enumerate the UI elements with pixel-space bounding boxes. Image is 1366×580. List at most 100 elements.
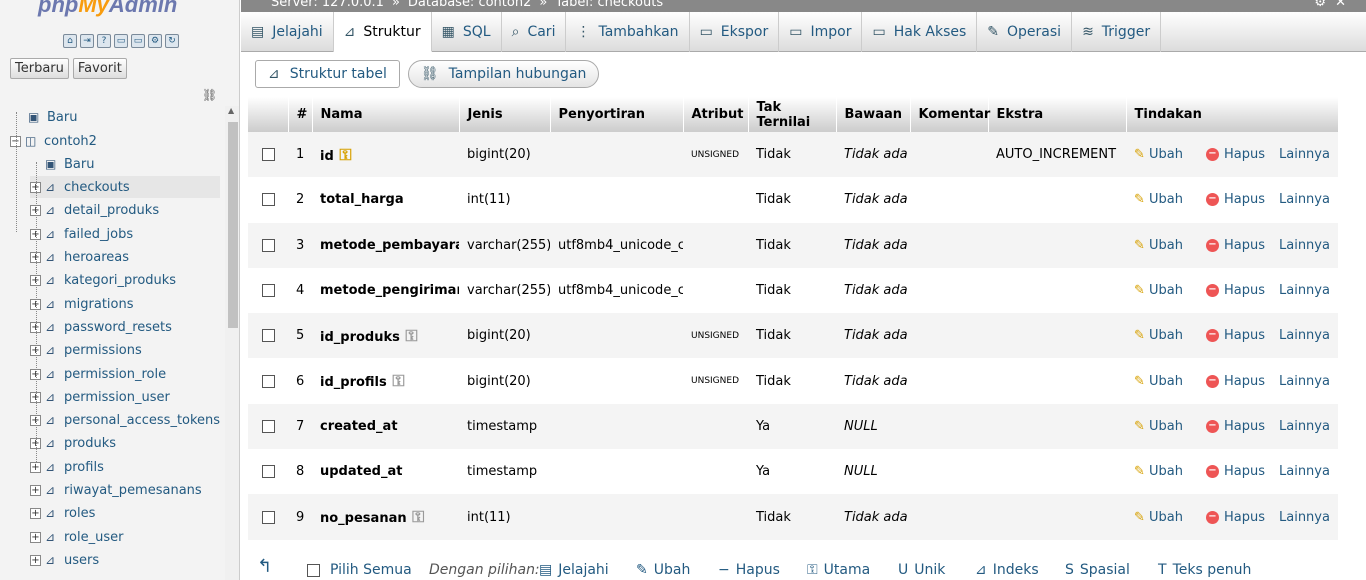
edit-action[interactable]: ✎ Ubah xyxy=(1134,328,1206,343)
row-checkbox[interactable] xyxy=(261,510,275,524)
nav-scrollbar-thumb[interactable] xyxy=(228,122,238,328)
bulk-unik-button[interactable]: U Unik xyxy=(898,562,945,578)
bulk-jelajahi-button[interactable]: ▤ Jelajahi xyxy=(539,562,609,578)
tree-item-role-user[interactable]: + ⊿ role_user xyxy=(30,526,123,548)
tree-item-kategori-produks[interactable]: + ⊿ kategori_produks xyxy=(30,269,176,291)
breadcrumb-database[interactable]: Database: contoh2 xyxy=(408,0,531,10)
tab-cari[interactable]: ⌕ Cari xyxy=(502,12,567,52)
more-actions-dropdown[interactable]: Lainnya xyxy=(1279,147,1330,162)
tree-item-permissions[interactable]: + ⊿ permissions xyxy=(30,339,142,361)
tree-item-baru[interactable]: ▣ Baru xyxy=(28,106,77,128)
recent-button[interactable]: Terbaru xyxy=(10,58,69,79)
tab-trigger[interactable]: ≋ Trigger xyxy=(1072,12,1162,52)
collapse-icon[interactable]: ✕ xyxy=(1335,0,1346,10)
column-name[interactable]: updated_at xyxy=(320,464,402,479)
help-icon[interactable]: ? xyxy=(97,34,111,48)
tab-hak-akses[interactable]: ▭ Hak Akses xyxy=(862,12,978,52)
tab-sql[interactable]: ▦ SQL xyxy=(432,12,502,52)
edit-action[interactable]: ✎ Ubah xyxy=(1134,374,1206,389)
subtab-tampilan-hubungan[interactable]: ⛓ Tampilan hubungan xyxy=(407,60,600,88)
more-actions-dropdown[interactable]: Lainnya xyxy=(1279,374,1330,389)
favorite-button[interactable]: Favorit xyxy=(72,58,127,79)
tree-item-contoh2[interactable]: − ◫ contoh2 xyxy=(10,130,97,152)
tree-item-profils[interactable]: + ⊿ profils xyxy=(30,456,104,478)
column-name[interactable]: created_at xyxy=(320,419,398,434)
tree-item-personal-access-tokens[interactable]: + ⊿ personal_access_tokens xyxy=(30,409,220,431)
tree-item-password-resets[interactable]: + ⊿ password_resets xyxy=(30,316,172,338)
check-all-checkbox[interactable] xyxy=(307,563,320,577)
tree-item-roles[interactable]: + ⊿ roles xyxy=(30,502,95,524)
column-name[interactable]: total_harga xyxy=(320,192,404,207)
edit-action[interactable]: ✎ Ubah xyxy=(1134,147,1206,162)
column-name[interactable]: id xyxy=(320,149,334,164)
column-name[interactable]: id_profils xyxy=(320,375,387,390)
edit-action[interactable]: ✎ Ubah xyxy=(1134,238,1206,253)
more-actions-dropdown[interactable]: Lainnya xyxy=(1279,419,1330,434)
expand-toggle-icon[interactable]: + xyxy=(30,461,41,473)
more-actions-dropdown[interactable]: Lainnya xyxy=(1279,510,1330,525)
expand-toggle-icon[interactable]: + xyxy=(30,507,41,519)
tab-tambahkan[interactable]: ⋮ Tambahkan xyxy=(566,12,690,52)
tree-item-checkouts[interactable]: + ⊿ checkouts xyxy=(30,176,220,198)
bulk-teks-penuh-button[interactable]: T Teks penuh xyxy=(1158,562,1251,578)
delete-action[interactable]: − Hapus xyxy=(1206,464,1279,479)
bulk-spasial-button[interactable]: S Spasial xyxy=(1065,562,1130,578)
delete-action[interactable]: − Hapus xyxy=(1206,147,1279,162)
tab-operasi[interactable]: ✎ Operasi xyxy=(977,12,1073,52)
column-name[interactable]: metode_pembayaran xyxy=(320,238,459,253)
delete-action[interactable]: − Hapus xyxy=(1206,238,1279,253)
phpmyadmin-logo[interactable]: phpMyAdmin xyxy=(38,0,177,18)
tree-item-riwayat-pemesanans[interactable]: + ⊿ riwayat_pemesanans xyxy=(30,479,202,501)
edit-action[interactable]: ✎ Ubah xyxy=(1134,192,1206,207)
expand-toggle-icon[interactable]: + xyxy=(30,554,41,566)
subtab-struktur-tabel[interactable]: ⊿ Struktur tabel xyxy=(255,60,400,88)
tree-item-users[interactable]: + ⊿ users xyxy=(30,549,99,571)
tab-ekspor[interactable]: ▭ Ekspor xyxy=(690,12,780,52)
tree-item-failed-jobs[interactable]: + ⊿ failed_jobs xyxy=(30,223,133,245)
row-checkbox[interactable] xyxy=(261,238,275,252)
column-name[interactable]: no_pesanan xyxy=(320,511,407,526)
breadcrumb-server[interactable]: Server: 127.0.0.1 xyxy=(271,0,384,10)
delete-action[interactable]: − Hapus xyxy=(1206,419,1279,434)
bulk-indeks-button[interactable]: ⊿ Indeks xyxy=(975,562,1039,578)
more-actions-dropdown[interactable]: Lainnya xyxy=(1279,238,1330,253)
tree-item-permission-role[interactable]: + ⊿ permission_role xyxy=(30,363,166,385)
column-name[interactable]: metode_pengiriman xyxy=(320,283,459,298)
expand-toggle-icon[interactable]: + xyxy=(30,531,41,543)
edit-action[interactable]: ✎ Ubah xyxy=(1134,419,1206,434)
logout-icon[interactable]: ⇥ xyxy=(80,34,94,48)
tree-item-detail-produks[interactable]: + ⊿ detail_produks xyxy=(30,199,159,221)
tree-item-permission-user[interactable]: + ⊿ permission_user xyxy=(30,386,170,408)
bulk-utama-button[interactable]: ⚿ Utama xyxy=(807,562,870,578)
reload-icon[interactable]: ↻ xyxy=(165,34,179,48)
more-actions-dropdown[interactable]: Lainnya xyxy=(1279,192,1330,207)
column-name[interactable]: id_produks xyxy=(320,330,400,345)
page-settings-icon[interactable]: ⚙ xyxy=(1314,0,1326,10)
check-all[interactable]: Pilih Semua xyxy=(307,562,412,578)
docs-icon[interactable]: ▭ xyxy=(114,34,128,48)
expand-toggle-icon[interactable]: + xyxy=(30,484,41,496)
bulk-ubah-button[interactable]: ✎ Ubah xyxy=(636,562,690,578)
console-icon[interactable]: ▭ xyxy=(131,34,145,48)
edit-action[interactable]: ✎ Ubah xyxy=(1134,510,1206,525)
link-with-main-panel-icon[interactable]: ⛓ xyxy=(202,88,217,102)
more-actions-dropdown[interactable]: Lainnya xyxy=(1279,464,1330,479)
breadcrumb-table[interactable]: Tabel: checkouts xyxy=(555,0,663,10)
delete-action[interactable]: − Hapus xyxy=(1206,192,1279,207)
tab-impor[interactable]: ▭ Impor xyxy=(779,12,863,52)
scroll-up-arrow-icon[interactable]: ▲ xyxy=(228,106,234,115)
tree-item-produks[interactable]: + ⊿ produks xyxy=(30,432,116,454)
bulk-hapus-button[interactable]: − Hapus xyxy=(718,562,780,578)
edit-action[interactable]: ✎ Ubah xyxy=(1134,464,1206,479)
row-checkbox[interactable] xyxy=(261,148,275,162)
home-icon[interactable]: ⌂ xyxy=(63,34,77,48)
tree-item-baru[interactable]: ▣ Baru xyxy=(30,153,94,175)
more-actions-dropdown[interactable]: Lainnya xyxy=(1279,283,1330,298)
delete-action[interactable]: − Hapus xyxy=(1206,283,1279,298)
row-checkbox[interactable] xyxy=(261,465,275,479)
tab-struktur[interactable]: ⊿ Struktur xyxy=(333,12,432,52)
edit-action[interactable]: ✎ Ubah xyxy=(1134,283,1206,298)
row-checkbox[interactable] xyxy=(261,284,275,298)
tree-item-migrations[interactable]: + ⊿ migrations xyxy=(30,293,134,315)
delete-action[interactable]: − Hapus xyxy=(1206,328,1279,343)
